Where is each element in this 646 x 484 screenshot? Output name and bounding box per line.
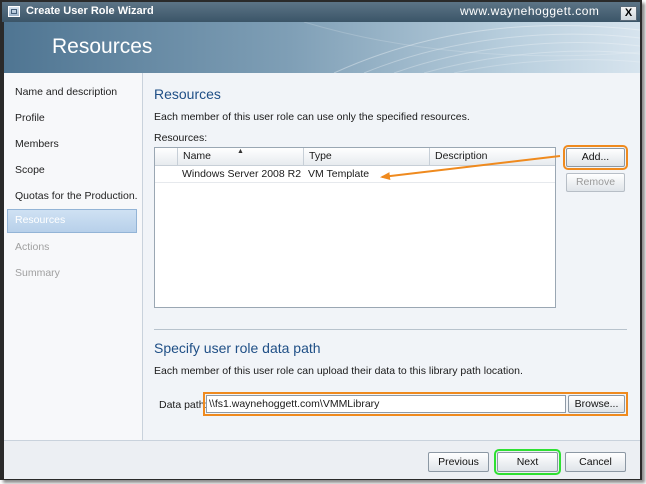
nav-item-resources[interactable]: Resources <box>7 209 137 233</box>
resources-description: Each member of this user role can use on… <box>154 111 470 123</box>
resources-heading: Resources <box>154 86 221 102</box>
wizard-window: Create User Role Wizard www.waynehoggett… <box>0 0 642 480</box>
watermark-text: www.waynehoggett.com <box>460 4 600 18</box>
data-path-heading: Specify user role data path <box>154 340 321 356</box>
add-resource-button[interactable]: Add... <box>563 145 628 170</box>
data-path-field-group: \\fs1.waynehoggett.com\VMMLibrary Browse… <box>203 392 628 416</box>
column-header-type[interactable]: Type <box>303 148 429 165</box>
window-title: Create User Role Wizard <box>26 5 154 17</box>
column-header-description[interactable]: Description <box>429 148 555 165</box>
section-divider <box>154 329 627 330</box>
wizard-footer: Previous Next Cancel <box>4 440 640 479</box>
resources-list-label: Resources: <box>154 132 208 144</box>
nav-item-name-and-description[interactable]: Name and description <box>7 81 137 103</box>
sort-ascending-icon: ▲ <box>237 148 244 155</box>
cancel-button[interactable]: Cancel <box>565 452 626 472</box>
next-button[interactable]: Next <box>494 449 561 475</box>
row-name-cell: Windows Server 2008 R2 <box>182 168 302 180</box>
previous-button[interactable]: Previous <box>428 452 489 472</box>
data-path-label: Data path: <box>159 399 208 411</box>
browse-button[interactable]: Browse... <box>568 395 625 413</box>
title-bar[interactable]: Create User Role Wizard www.waynehoggett… <box>2 2 640 22</box>
remove-resource-button: Remove <box>566 173 625 192</box>
wizard-window-icon <box>8 6 20 17</box>
nav-item-summary: Summary <box>15 267 60 279</box>
row-type-cell: VM Template <box>308 168 370 180</box>
row-separator <box>155 182 555 183</box>
nav-item-quotas[interactable]: Quotas for the Production... <box>7 185 137 207</box>
nav-item-actions: Actions <box>15 241 50 253</box>
nav-item-members[interactable]: Members <box>7 133 137 155</box>
wizard-content: Name and description Profile Members Sco… <box>4 73 640 440</box>
page-title: Resources <box>52 35 153 58</box>
wizard-nav: Name and description Profile Members Sco… <box>4 73 143 440</box>
nav-item-scope[interactable]: Scope <box>7 159 137 181</box>
wizard-banner: Resources <box>4 22 640 73</box>
close-x-icon[interactable]: X <box>620 6 637 21</box>
nav-item-profile[interactable]: Profile <box>7 107 137 129</box>
data-path-input[interactable]: \\fs1.waynehoggett.com\VMMLibrary <box>206 395 566 413</box>
resources-table[interactable]: Name ▲ Type Description Windows Server 2… <box>154 147 556 308</box>
column-header-select[interactable] <box>155 148 177 165</box>
resources-table-header: Name ▲ Type Description <box>155 148 555 166</box>
main-panel: Resources Each member of this user role … <box>143 73 640 440</box>
data-path-description: Each member of this user role can upload… <box>154 365 523 377</box>
